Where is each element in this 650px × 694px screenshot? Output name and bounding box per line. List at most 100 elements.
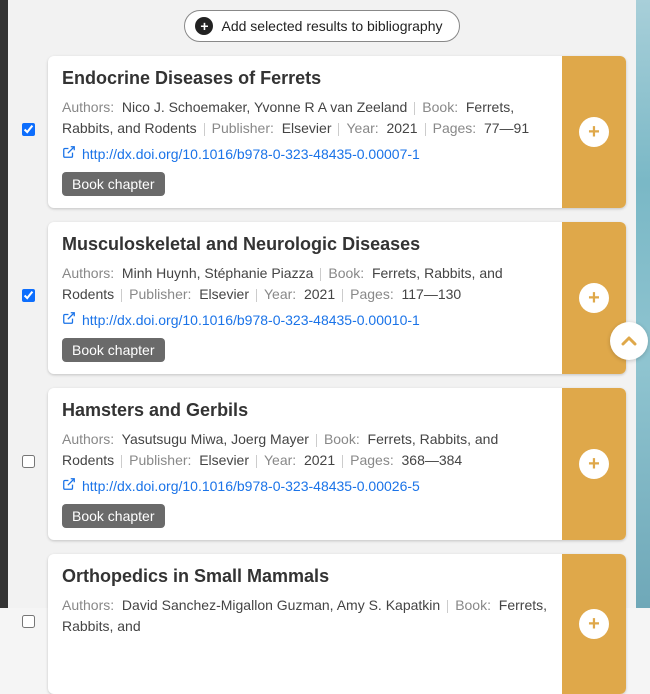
- result-row: Musculoskeletal and Neurologic Diseases A…: [18, 222, 626, 374]
- separator: [320, 268, 321, 281]
- separator: [121, 455, 122, 468]
- external-link-icon: [62, 477, 76, 494]
- meta-label: Authors:: [62, 99, 114, 115]
- meta-label: Pages:: [350, 452, 394, 468]
- result-row: Endocrine Diseases of Ferrets Authors: Ni…: [18, 56, 626, 208]
- card-main: Endocrine Diseases of Ferrets Authors: Ni…: [48, 56, 562, 208]
- doi-link[interactable]: http://dx.doi.org/10.1016/b978-0-323-484…: [82, 478, 420, 494]
- doi-link[interactable]: http://dx.doi.org/10.1016/b978-0-323-484…: [82, 146, 420, 162]
- external-link-icon: [62, 311, 76, 328]
- result-card: Orthopedics in Small Mammals Authors: Dav…: [48, 554, 626, 694]
- doi-row: http://dx.doi.org/10.1016/b978-0-323-484…: [62, 477, 548, 494]
- result-checkbox-wrap: [18, 455, 38, 473]
- left-gutter: [0, 0, 8, 608]
- separator: [204, 123, 205, 136]
- plus-icon: +: [579, 449, 609, 479]
- result-row: Orthopedics in Small Mammals Authors: Dav…: [18, 554, 626, 694]
- add-result-button[interactable]: +: [562, 554, 626, 694]
- meta-label: Authors:: [62, 265, 114, 281]
- meta-label: Pages:: [350, 286, 394, 302]
- meta-label: Year:: [264, 286, 296, 302]
- meta-year: 2021: [386, 120, 417, 136]
- plus-icon: +: [579, 117, 609, 147]
- doi-row: http://dx.doi.org/10.1016/b978-0-323-484…: [62, 311, 548, 328]
- result-title[interactable]: Endocrine Diseases of Ferrets: [62, 68, 548, 89]
- result-checkbox-wrap: [18, 615, 38, 633]
- result-checkbox-wrap: [18, 123, 38, 141]
- doi-link[interactable]: http://dx.doi.org/10.1016/b978-0-323-484…: [82, 312, 420, 328]
- result-title[interactable]: Orthopedics in Small Mammals: [62, 566, 548, 587]
- result-checkbox-wrap: [18, 289, 38, 307]
- results-list: Endocrine Diseases of Ferrets Authors: Ni…: [8, 56, 636, 694]
- meta-label: Book:: [328, 265, 364, 281]
- separator: [447, 600, 448, 613]
- result-meta: Authors: Yasutsugu Miwa, Joerg Mayer Book…: [62, 429, 548, 471]
- toolbar: + Add selected results to bibliography: [8, 0, 636, 56]
- result-card: Musculoskeletal and Neurologic Diseases A…: [48, 222, 626, 374]
- meta-pages: 77—91: [484, 120, 529, 136]
- separator: [425, 123, 426, 136]
- meta-publisher: Elsevier: [282, 120, 332, 136]
- result-meta: Authors: David Sanchez-Migallon Guzman, …: [62, 595, 548, 637]
- plus-icon: +: [579, 609, 609, 639]
- separator: [342, 455, 343, 468]
- add-result-button[interactable]: +: [562, 56, 626, 208]
- result-checkbox[interactable]: [22, 455, 35, 468]
- card-main: Hamsters and Gerbils Authors: Yasutsugu M…: [48, 388, 562, 540]
- separator: [316, 434, 317, 447]
- meta-label: Year:: [264, 452, 296, 468]
- meta-pages: 117—130: [402, 286, 462, 302]
- meta-authors: Yasutsugu Miwa, Joerg Mayer: [122, 431, 309, 447]
- plus-icon: +: [195, 17, 213, 35]
- right-gutter: [636, 0, 650, 608]
- meta-authors: Minh Huynh, Stéphanie Piazza: [122, 265, 313, 281]
- result-row: Hamsters and Gerbils Authors: Yasutsugu M…: [18, 388, 626, 540]
- add-selected-button[interactable]: + Add selected results to bibliography: [184, 10, 459, 42]
- separator: [342, 289, 343, 302]
- meta-label: Publisher:: [212, 120, 274, 136]
- result-title[interactable]: Hamsters and Gerbils: [62, 400, 548, 421]
- meta-publisher: Elsevier: [199, 286, 249, 302]
- meta-pages: 368—384: [402, 452, 463, 468]
- result-checkbox[interactable]: [22, 123, 35, 136]
- doi-row: http://dx.doi.org/10.1016/b978-0-323-484…: [62, 145, 548, 162]
- separator: [256, 455, 257, 468]
- plus-icon: +: [579, 283, 609, 313]
- result-checkbox[interactable]: [22, 289, 35, 302]
- result-meta: Authors: Minh Huynh, Stéphanie Piazza Boo…: [62, 263, 548, 305]
- scroll-to-top-button[interactable]: [610, 322, 648, 360]
- type-badge: Book chapter: [62, 338, 165, 362]
- add-selected-label: Add selected results to bibliography: [221, 18, 442, 34]
- result-card: Endocrine Diseases of Ferrets Authors: Ni…: [48, 56, 626, 208]
- card-main: Musculoskeletal and Neurologic Diseases A…: [48, 222, 562, 374]
- add-result-button[interactable]: +: [562, 388, 626, 540]
- type-badge: Book chapter: [62, 504, 165, 528]
- meta-label: Book:: [422, 99, 458, 115]
- meta-publisher: Elsevier: [199, 452, 249, 468]
- meta-year: 2021: [304, 286, 335, 302]
- meta-label: Authors:: [62, 431, 114, 447]
- results-container: + Add selected results to bibliography E…: [8, 0, 636, 608]
- meta-label: Book:: [455, 597, 491, 613]
- result-checkbox[interactable]: [22, 615, 35, 628]
- meta-authors: David Sanchez-Migallon Guzman, Amy S. Ka…: [122, 597, 440, 613]
- card-main: Orthopedics in Small Mammals Authors: Dav…: [48, 554, 562, 694]
- separator: [414, 102, 415, 115]
- meta-authors: Nico J. Schoemaker, Yvonne R A van Zeela…: [122, 99, 407, 115]
- type-badge: Book chapter: [62, 172, 165, 196]
- result-title[interactable]: Musculoskeletal and Neurologic Diseases: [62, 234, 548, 255]
- external-link-icon: [62, 145, 76, 162]
- result-card: Hamsters and Gerbils Authors: Yasutsugu M…: [48, 388, 626, 540]
- separator: [121, 289, 122, 302]
- separator: [256, 289, 257, 302]
- meta-label: Year:: [346, 120, 378, 136]
- meta-label: Publisher:: [129, 286, 191, 302]
- meta-label: Authors:: [62, 597, 114, 613]
- meta-label: Publisher:: [129, 452, 191, 468]
- meta-label: Book:: [324, 431, 360, 447]
- meta-label: Pages:: [433, 120, 477, 136]
- meta-year: 2021: [304, 452, 335, 468]
- chevron-up-icon: [619, 331, 639, 351]
- result-meta: Authors: Nico J. Schoemaker, Yvonne R A …: [62, 97, 548, 139]
- separator: [338, 123, 339, 136]
